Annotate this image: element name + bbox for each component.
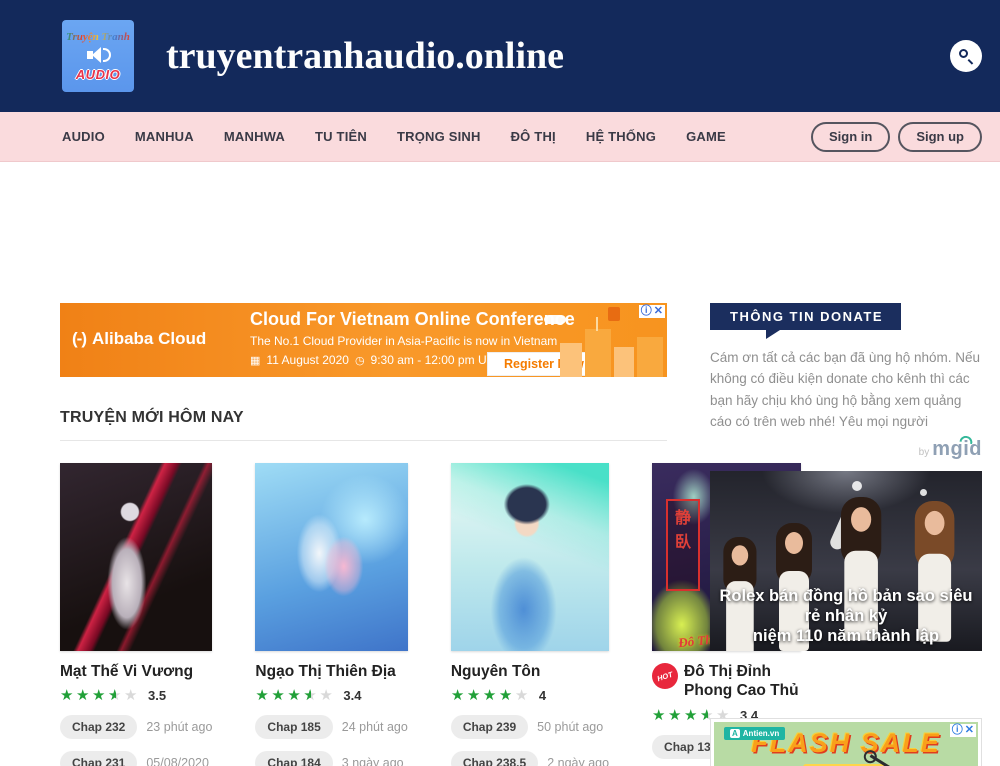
star-rating-icons: ★★★★★★ <box>255 688 335 703</box>
auth-buttons: Sign in Sign up <box>811 122 982 152</box>
native-ad[interactable]: Rolex bán đồng hồ bản sao siêu rẻ nhân k… <box>710 471 982 651</box>
flash-sale-ad[interactable]: AAntien.vn FLASH SALE XEM NGAY ⓘ ✕ <box>710 718 982 766</box>
logo-text-top: Truyện Tranh <box>66 31 130 43</box>
chapter-row: Chap 184 3 ngày ago <box>255 751 407 766</box>
comic-cover[interactable] <box>60 463 212 651</box>
section-divider <box>60 440 667 441</box>
hot-badge: HOT <box>652 663 678 689</box>
chapter-time: 24 phút ago <box>342 720 408 734</box>
nav-item-he-thong[interactable]: HỆ THỐNG <box>586 129 656 144</box>
sign-in-button[interactable]: Sign in <box>811 122 890 152</box>
rating-value: 3.5 <box>148 688 166 703</box>
chapter-row: Chap 239 50 phút ago <box>451 715 609 739</box>
search-button[interactable] <box>950 40 982 72</box>
balloon-illustration <box>608 307 620 321</box>
adchoices-controls[interactable]: ⓘ ✕ <box>639 305 665 318</box>
sidebar: THÔNG TIN DONATE Cám ơn tất cả các bạn đ… <box>710 303 982 766</box>
logo-text-audio: AUDIO <box>76 67 120 82</box>
comic-grid: Mạt Thế Vi Vương ★★★★★★ 3.5 Chap 232 23 … <box>60 463 667 766</box>
building-illustration <box>560 343 582 377</box>
comic-title[interactable]: Mạt Thế Vi Vương <box>60 662 193 681</box>
nav-item-trong-sinh[interactable]: TRỌNG SINH <box>397 129 481 144</box>
chapter-time: 2 ngày ago <box>547 756 609 766</box>
nav-item-tu-tien[interactable]: TU TIÊN <box>315 129 367 144</box>
advertiser-badge: AAntien.vn <box>724 727 785 740</box>
site-header: Truyện Tranh AUDIO truyentranhaudio.onli… <box>0 0 1000 112</box>
comic-card: Mạt Thế Vi Vương ★★★★★★ 3.5 Chap 232 23 … <box>60 463 212 766</box>
comic-card: Ngạo Thị Thiên Địa ★★★★★★ 3.4 Chap 185 2… <box>255 463 407 766</box>
ad-info-icon[interactable]: ⓘ <box>952 724 963 737</box>
section-title: TRUYỆN MỚI HÔM NAY <box>60 409 667 427</box>
star-rating-icons: ★★★★★ <box>451 688 531 703</box>
comic-rating: ★★★★★ 4 <box>451 688 609 703</box>
cloud-illustration <box>544 315 566 324</box>
chapter-link[interactable]: Chap 184 <box>255 751 332 766</box>
comic-cover[interactable] <box>255 463 407 651</box>
chapter-row: Chap 238.5 2 ngày ago <box>451 751 609 766</box>
banner-ad-title: Cloud For Vietnam Online Conference <box>250 309 575 330</box>
comic-title[interactable]: Ngạo Thị Thiên Địa <box>255 662 395 681</box>
rating-value: 3.4 <box>343 688 361 703</box>
cover-seal-decoration: 静臥 <box>666 499 700 591</box>
banner-ad-subtitle: The No.1 Cloud Provider in Asia-Pacific … <box>250 334 575 348</box>
nav-item-manhwa[interactable]: MANHWA <box>224 129 285 144</box>
comic-rating: ★★★★★★ 3.4 <box>255 688 407 703</box>
chapter-time: 05/08/2020 <box>146 756 209 766</box>
alibaba-brand: Alibaba Cloud <box>92 329 206 349</box>
page: Truyện Tranh AUDIO truyentranhaudio.onli… <box>0 0 1000 766</box>
site-title[interactable]: truyentranhaudio.online <box>166 34 564 78</box>
comic-title[interactable]: Nguyên Tôn <box>451 662 541 681</box>
building-illustration <box>637 337 663 377</box>
mgid-attribution[interactable]: bymgid <box>710 438 982 461</box>
chapter-row: Chap 231 05/08/2020 <box>60 751 212 766</box>
chapter-time: 3 ngày ago <box>342 756 404 766</box>
chapter-row: Chap 232 23 phút ago <box>60 715 212 739</box>
building-illustration <box>614 347 634 377</box>
native-ad-caption: Rolex bán đồng hồ bản sao siêu rẻ nhân k… <box>710 586 982 646</box>
mgid-logo: mgid <box>932 438 982 460</box>
nav-item-audio[interactable]: AUDIO <box>62 129 105 144</box>
flagpole-illustration <box>596 317 598 331</box>
chapter-link[interactable]: Chap 239 <box>451 715 528 739</box>
speaker-icon <box>83 45 113 65</box>
banner-ad[interactable]: (-) Alibaba Cloud Cloud For Vietnam Onli… <box>60 303 667 377</box>
star-rating-icons: ★★★★★★ <box>60 688 140 703</box>
alibaba-logo-mark: (-) <box>72 329 86 349</box>
content: (-) Alibaba Cloud Cloud For Vietnam Onli… <box>0 162 1000 766</box>
ad-close-icon[interactable]: ✕ <box>654 305 663 318</box>
building-illustration <box>585 329 611 377</box>
nav-item-game[interactable]: GAME <box>686 129 726 144</box>
chapter-link[interactable]: Chap 238.5 <box>451 751 538 766</box>
main-column: (-) Alibaba Cloud Cloud For Vietnam Onli… <box>60 303 667 766</box>
chapter-row: Chap 185 24 phút ago <box>255 715 407 739</box>
chapter-link[interactable]: Chap 185 <box>255 715 332 739</box>
ad-info-icon[interactable]: ⓘ <box>641 305 652 318</box>
rating-value: 4 <box>539 688 546 703</box>
donate-text: Cám ơn tất cả các bạn đã ùng hộ nhóm. Nế… <box>710 347 982 432</box>
adchoices-controls[interactable]: ⓘ ✕ <box>950 724 976 737</box>
calendar-icon: ▦ <box>250 354 260 367</box>
nav-item-do-thi[interactable]: ĐÔ THỊ <box>511 129 556 144</box>
comic-card: Nguyên Tôn ★★★★★ 4 Chap 239 50 phút ago … <box>451 463 609 766</box>
donate-ribbon: THÔNG TIN DONATE <box>710 303 901 330</box>
chapter-time: 23 phút ago <box>146 720 212 734</box>
register-now-button[interactable]: Register Now <box>487 352 601 376</box>
chapter-link[interactable]: Chap 232 <box>60 715 137 739</box>
main-nav: AUDIO MANHUA MANHWA TU TIÊN TRỌNG SINH Đ… <box>0 112 1000 162</box>
site-logo[interactable]: Truyện Tranh AUDIO <box>62 20 134 92</box>
comic-cover[interactable] <box>451 463 609 651</box>
alibaba-cloud-logo: (-) Alibaba Cloud <box>72 329 206 349</box>
ad-close-icon[interactable]: ✕ <box>965 724 974 737</box>
sign-up-button[interactable]: Sign up <box>898 122 982 152</box>
mgid-by: by <box>919 447 930 458</box>
clock-icon: ◷ <box>355 354 365 367</box>
comic-rating: ★★★★★★ 3.5 <box>60 688 212 703</box>
chapter-link[interactable]: Chap 231 <box>60 751 137 766</box>
nav-items: AUDIO MANHUA MANHWA TU TIÊN TRỌNG SINH Đ… <box>62 129 726 144</box>
nav-item-manhua[interactable]: MANHUA <box>135 129 194 144</box>
chapter-time: 50 phút ago <box>537 720 603 734</box>
banner-ad-date: 11 August 2020 <box>266 353 349 367</box>
search-icon <box>959 49 968 58</box>
